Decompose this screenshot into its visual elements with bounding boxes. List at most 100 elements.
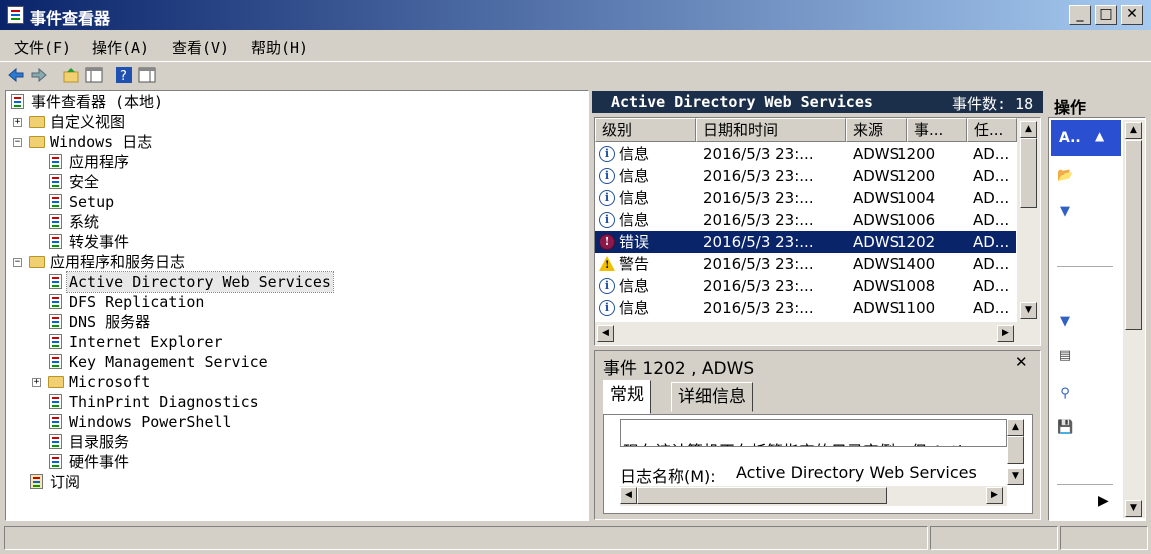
tab-details[interactable]: 详细信息 xyxy=(671,382,753,412)
detail-scroll-left-button[interactable]: ◀ xyxy=(620,487,637,504)
properties-icon[interactable]: ▤ xyxy=(1057,348,1073,364)
filter-icon[interactable]: ▼ xyxy=(1057,204,1073,220)
tree-item-label: 安全 xyxy=(69,173,100,191)
maximize-button[interactable]: □ xyxy=(1095,5,1117,25)
find-icon[interactable]: ⚲ xyxy=(1057,386,1073,402)
status-cell-main xyxy=(4,526,928,550)
more-actions-arrow-icon[interactable]: ▶ xyxy=(1098,493,1109,509)
tree-item[interactable]: 系统 xyxy=(0,212,580,232)
column-level[interactable]: 级别 xyxy=(595,118,696,142)
scroll-right-button[interactable]: ▶ xyxy=(997,325,1014,342)
close-button[interactable]: ✕ xyxy=(1121,5,1143,25)
show-hide-tree-icon[interactable] xyxy=(85,66,103,84)
tree-item-label: Key Management Service xyxy=(69,353,268,371)
info-icon: i xyxy=(599,300,615,316)
tree-item[interactable]: ThinPrint Diagnostics xyxy=(0,392,580,412)
table-row[interactable]: ! 警告 2016/5/3 23:... ADWS 1400 AD... xyxy=(595,253,1016,275)
up-folder-icon[interactable] xyxy=(62,66,80,84)
show-hide-action-pane-icon[interactable] xyxy=(138,66,156,84)
help-icon[interactable]: ? xyxy=(115,66,133,84)
detail-h-thumb[interactable] xyxy=(637,487,887,504)
detail-scroll-right-button[interactable]: ▶ xyxy=(986,487,1003,504)
menu-view[interactable]: 查看(V) xyxy=(172,37,229,58)
tree-item[interactable]: Active Directory Web Services xyxy=(0,271,580,293)
column-event-id[interactable]: 事... xyxy=(907,118,967,142)
back-arrow-icon[interactable] xyxy=(7,66,25,84)
cell-task: AD... xyxy=(973,145,1010,163)
column-source[interactable]: 来源 xyxy=(846,118,907,142)
actions-scroll-down-button[interactable]: ▼ xyxy=(1125,500,1142,517)
menu-help[interactable]: 帮助(H) xyxy=(251,37,308,58)
subscription-icon xyxy=(30,474,43,489)
tree-item[interactable]: 硬件事件 xyxy=(0,452,580,472)
event-viewer-icon xyxy=(7,6,24,24)
cell-level: 警告 xyxy=(619,255,650,273)
tree-item[interactable]: 事件查看器 (本地) xyxy=(0,92,580,112)
menu-action[interactable]: 操作(A) xyxy=(92,37,149,58)
save-icon[interactable]: 💾 xyxy=(1057,420,1073,436)
collapse-section-icon[interactable]: ▲ xyxy=(1095,129,1104,143)
toolbar: ? xyxy=(0,61,1151,88)
title-bar[interactable]: 事件查看器 _ □ ✕ xyxy=(0,0,1151,30)
tab-general[interactable]: 常规 xyxy=(603,380,651,414)
tree-item[interactable]: Key Management Service xyxy=(0,352,580,372)
grid-vertical-scrollbar[interactable]: ▲ ▼ xyxy=(1017,118,1040,322)
collapse-detail-icon[interactable]: ✕ xyxy=(1015,353,1028,371)
open-log-icon[interactable]: 📂 xyxy=(1057,168,1073,184)
table-row[interactable]: i 信息 2016/5/3 23:... ADWS 1200 AD... xyxy=(595,165,1016,187)
column-task-category[interactable]: 任... xyxy=(967,118,1017,142)
scroll-thumb[interactable] xyxy=(1020,138,1037,208)
tree-item[interactable]: − Windows 日志 xyxy=(0,132,580,152)
expand-icon[interactable]: + xyxy=(32,378,41,387)
minimize-button[interactable]: _ xyxy=(1069,5,1091,25)
actions-vertical-scrollbar[interactable]: ▲ ▼ xyxy=(1123,120,1145,518)
tree-item[interactable]: 订阅 xyxy=(0,472,580,492)
forward-arrow-icon[interactable] xyxy=(30,66,48,84)
grid-horizontal-scrollbar[interactable]: ◀ ▶ xyxy=(595,322,1040,345)
tree-item[interactable]: Internet Explorer xyxy=(0,332,580,352)
tree-item[interactable]: DFS Replication xyxy=(0,292,580,312)
detail-scroll-thumb[interactable] xyxy=(1007,436,1024,464)
tree-item[interactable]: Setup xyxy=(0,192,580,212)
tree-item-label: 转发事件 xyxy=(69,233,130,251)
collapse-icon[interactable]: − xyxy=(13,138,22,147)
cell-task: AD... xyxy=(973,255,1010,273)
cell-level: 信息 xyxy=(619,211,650,229)
table-row[interactable]: i 信息 2016/5/3 23:... ADWS 1006 AD... xyxy=(595,209,1016,231)
cell-date: 2016/5/3 23:... xyxy=(703,211,814,229)
actions-scroll-thumb[interactable] xyxy=(1125,140,1142,330)
tree-item[interactable]: 应用程序 xyxy=(0,152,580,172)
filter-icon[interactable]: ▼ xyxy=(1057,314,1073,330)
collapse-icon[interactable]: − xyxy=(13,258,22,267)
cell-event: 1200 xyxy=(897,167,936,185)
detail-horizontal-scrollbar[interactable]: ◀ ▶ xyxy=(620,486,1007,506)
tree-item-label: Microsoft xyxy=(69,373,151,391)
tree-item[interactable]: 目录服务 xyxy=(0,432,580,452)
tree-item-label: Windows PowerShell xyxy=(69,413,232,431)
table-row[interactable]: i 信息 2016/5/3 23:... ADWS 1100 AD... xyxy=(595,297,1016,319)
table-row[interactable]: ! 错误 2016/5/3 23:... ADWS 1202 AD... xyxy=(595,231,1016,253)
tree-item[interactable]: DNS 服务器 xyxy=(0,312,580,332)
table-row[interactable]: i 信息 2016/5/3 23:... ADWS 1200 AD... xyxy=(595,143,1016,165)
menu-file[interactable]: 文件(F) xyxy=(14,37,71,58)
tree-item[interactable]: 转发事件 xyxy=(0,232,580,252)
tree-item[interactable]: Windows PowerShell xyxy=(0,412,580,432)
table-row[interactable]: i 信息 2016/5/3 23:... ADWS 1004 AD... xyxy=(595,187,1016,209)
column-date-time[interactable]: 日期和时间 xyxy=(696,118,846,142)
event-viewer-icon xyxy=(11,94,24,109)
scroll-down-button[interactable]: ▼ xyxy=(1020,302,1037,319)
event-description-box[interactable]: 现在该计算机正在托管指定的目录实例，但 Activ xyxy=(620,419,1007,447)
table-row[interactable]: i 信息 2016/5/3 23:... ADWS 1008 AD... xyxy=(595,275,1016,297)
scroll-left-button[interactable]: ◀ xyxy=(597,325,614,342)
expand-icon[interactable]: + xyxy=(13,118,22,127)
tree-item[interactable]: + 自定义视图 xyxy=(0,112,580,132)
tree-item[interactable]: 安全 xyxy=(0,172,580,192)
tree-item-label: 应用程序 xyxy=(69,153,130,171)
detail-scroll-down-button[interactable]: ▼ xyxy=(1007,468,1024,485)
scroll-up-button[interactable]: ▲ xyxy=(1020,121,1037,138)
actions-section-header[interactable]: A.. ▲ xyxy=(1051,120,1121,156)
detail-scroll-up-button[interactable]: ▲ xyxy=(1007,419,1024,436)
tree-item[interactable]: + Microsoft xyxy=(0,372,580,392)
tree-item[interactable]: − 应用程序和服务日志 xyxy=(0,252,580,272)
actions-scroll-up-button[interactable]: ▲ xyxy=(1125,122,1142,139)
